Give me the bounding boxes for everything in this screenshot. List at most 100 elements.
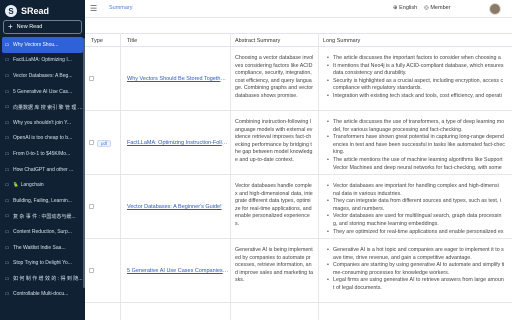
sidebar-item[interactable]: ▭ Why Vectors Shou... [2,37,83,53]
document-icon: ▭ [4,291,10,298]
row-title-link[interactable]: Why Vectors Should Be Stored Together ..… [127,76,229,82]
sidebar-item-label: Content Reduction, Surp... [13,228,72,235]
sidebar-item[interactable]: ▭ OpenAI is too cheap to b... [0,131,85,147]
long-summary-line: t of legal documents. [333,284,382,291]
sidebar-item[interactable]: ▭ FactLLaMA: Optimizing I... [0,53,85,69]
type-badge: pdf [97,140,112,147]
row-checkbox[interactable] [89,204,94,209]
sidebar-item[interactable]: ▭ Vector Databases: A Beg... [0,68,85,84]
row-title-link[interactable]: Vector Databases: A Beginner's Guide! [127,204,229,210]
sidebar-item[interactable]: ▭ The Waitlist Indie Saa... [0,240,85,256]
long-summary-line: nal data in various industries. [333,190,402,197]
sidebar-item-label: FactLLaMA: Optimizing I... [13,57,72,64]
long-summary-line: encies in text and have been successful … [333,141,505,148]
brand[interactable]: S SRead [5,4,49,18]
long-summary: The article discusses the use of transfo… [323,119,512,172]
long-summary-line: Vector databases are important for handl… [323,183,512,191]
new-read-label: New Read [16,24,43,30]
abstract-line: databases shows promise. [235,92,298,99]
column-divider [230,33,231,320]
document-icon: ▭ [4,228,10,235]
long-summary-line: g, and storing machine learning embeddin… [333,220,439,227]
abstract-summary: Combining instruction-following l anguage… [235,119,317,165]
document-icon: ▭ [4,41,10,48]
table-row[interactable]: Vector Databases: A Beginner's Guide! Vec… [85,175,512,239]
member-icon: ◎ [424,5,429,11]
column-header-long-summary[interactable]: Long Summary [323,38,360,44]
member-link[interactable]: ◎ Member [424,5,451,11]
document-icon: ▭ [4,57,10,64]
breadcrumb[interactable]: Summary [109,5,133,11]
column-header-type[interactable]: Type [91,38,103,44]
abstract-line: Generative AI is being implement [235,247,313,253]
sidebar-item[interactable]: ▭ 如 何 制 作 增 效 的 : 得 到 随... [0,271,85,287]
abstract-line: grate different data types, optimi [235,198,311,205]
app-logo: S [5,5,17,17]
abstract-line: idence retrieval improves fact-ch [235,134,312,141]
sidebar-item[interactable]: ▭ 🦜 Langchain [0,177,85,193]
table-header: Type Title Abstract Summary Long Summary [85,33,512,47]
hamburger-menu-icon[interactable]: ☰ [90,4,97,13]
document-icon: ▭ [4,260,10,267]
long-summary-line: compliance with regulatory standards. [333,85,422,92]
column-header-title[interactable]: Title [127,38,137,44]
sidebar-item-label: Why you shouldn't join Y... [13,119,72,126]
row-checkbox[interactable] [89,140,94,145]
sidebar-item-label: 5 Generative AI Use Cas... [13,88,73,95]
column-header-abstract[interactable]: Abstract Summary [235,38,280,44]
new-read-button[interactable]: + New Read [3,20,82,34]
app-name: SRead [21,6,50,16]
sidebar: S SRead + New Read ▭ Why Vectors Shou... ▭… [0,0,85,320]
sidebar-item-list: ▭ Why Vectors Shou... ▭ FactLLaMA: Optimizi… [0,37,85,302]
sidebar-item[interactable]: ▭ 5 Generative AI Use Cas... [0,84,85,100]
long-summary-line: mages, and numbers. [333,205,385,212]
table-row[interactable]: pdf FactLLaMA: Optimizing Instruction-Fol… [85,111,512,175]
language-selector[interactable]: ⊕ English [393,5,417,11]
abstract-line: ocesses, retrieve information, an [235,262,312,269]
sidebar-item[interactable]: ▭ Content Reduction, Surp... [0,224,85,240]
globe-icon: ⊕ [393,5,398,11]
table-row[interactable]: 5 Generative AI Use Cases Companies C...… [85,239,512,303]
document-icon: ▭ [4,197,10,204]
abstract-line: Combining instruction-following l [235,119,311,125]
long-summary-line: Integration with existing tech stack and… [323,93,512,101]
language-label: English [399,5,418,11]
sidebar-item[interactable]: ▭ Building, Failing, Learnin... [0,193,85,209]
long-summary-line: Companies are starting by using generati… [323,262,512,270]
document-icon: ▭ [4,135,10,142]
long-summary-line: Generative AI is a hot topic and compani… [323,247,512,255]
abstract-line: ves considering factors like ACID [235,62,313,69]
sidebar-item[interactable]: ▭ Controllable Multi-docu... [0,287,85,303]
sidebar-item[interactable]: ▭ 向量数据 库 搜 索引 擎 管 理 前期 [0,99,85,115]
row-title-link[interactable]: 5 Generative AI Use Cases Companies C... [127,268,229,274]
long-summary-line: ave time, drive revenue, and gain a comp… [333,254,472,261]
sidebar-item[interactable]: ▭ Stop Trying to Delight Yo... [0,255,85,271]
sidebar-item[interactable]: ▭ 复 杂 事 件 : 中国动态与缓... [0,209,85,225]
sidebar-item-label: How ChatGPT and other ... [13,166,74,173]
row-checkbox[interactable] [89,76,94,81]
table-row[interactable]: Why Vectors Should Be Stored Together ..… [85,47,512,111]
sidebar-item[interactable]: ▭ How ChatGPT and other ... [0,162,85,178]
row-checkbox[interactable] [89,268,94,273]
sidebar-item-label: 复 杂 事 件 : 中国动态与缓... [13,213,76,220]
sidebar-item-label: 如 何 制 作 增 效 的 : 得 到 随... [13,276,83,283]
sidebar-item[interactable]: ▭ Why you shouldn't join Y... [0,115,85,131]
sidebar-item[interactable]: ▭ From 0-to-1 to $45K/Mo... [0,146,85,162]
long-summary-line: me-consuming processes for knowledge wor… [333,269,450,276]
abstract-summary: Generative AI is being implement ed by co… [235,247,317,285]
document-icon: ▭ [4,150,10,157]
long-summary: Vector databases are important for handl… [323,183,512,236]
document-icon: ▭ [4,104,10,111]
sidebar-item-label: OpenAI is too cheap to b... [13,135,73,142]
abstract-line: anguage models with external ev [235,126,313,133]
abstract-line: sks. [235,277,245,284]
row-title-link[interactable]: FactLLaMA: Optimizing Instruction-Follo.… [127,140,229,146]
long-summary-line: It mentions that Neo4j is a fully ACID-c… [323,63,512,71]
abstract-line: Vector databases handle comple [235,183,312,189]
document-icon: ▭ [4,182,10,189]
abstract-line: x and high-dimensional data, inte [235,190,313,197]
avatar[interactable] [489,3,501,15]
column-divider [120,33,121,320]
long-summary-line: del, for various language processing and… [333,126,463,133]
long-summary: Generative AI is a hot topic and compani… [323,247,512,293]
